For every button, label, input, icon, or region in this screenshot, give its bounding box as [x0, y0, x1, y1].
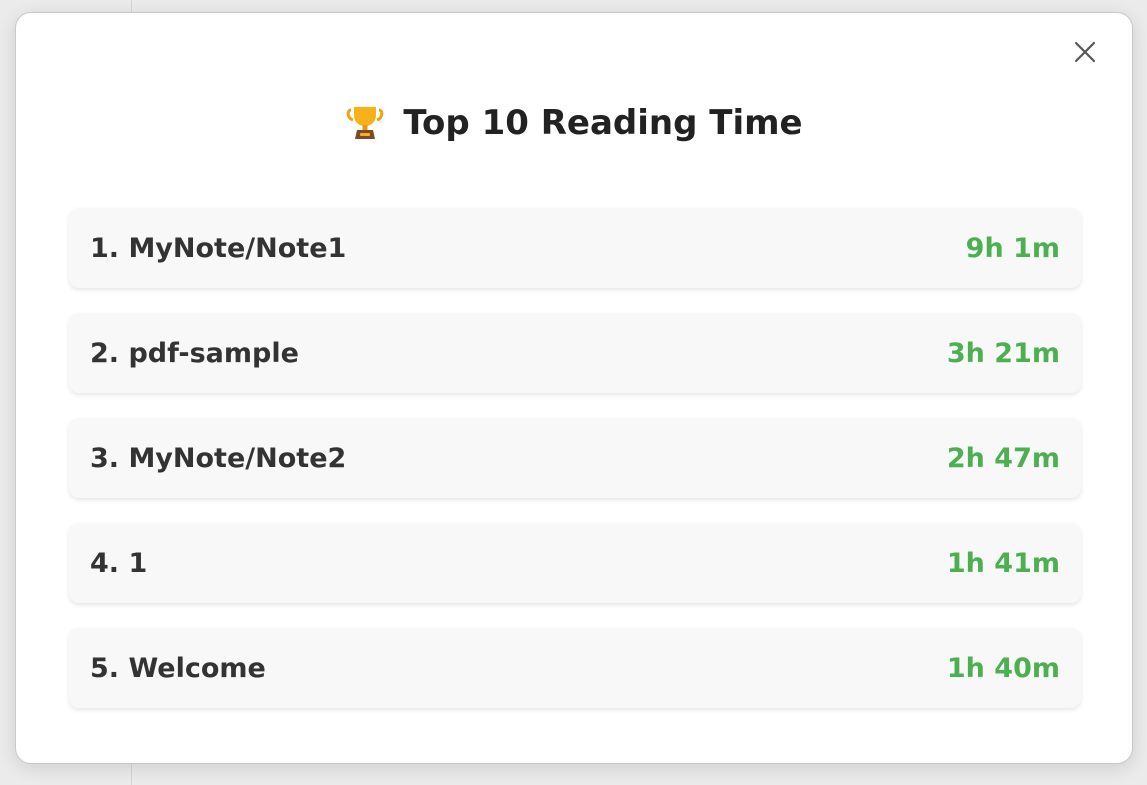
- modal-header: Top 10 Reading Time: [16, 103, 1132, 143]
- list-item[interactable]: 4. 1 1h 41m: [69, 523, 1081, 603]
- item-label: 2. pdf-sample: [90, 337, 299, 369]
- item-label: 4. 1: [90, 547, 148, 579]
- item-label: 1. MyNote/Note1: [90, 232, 347, 264]
- item-label: 3. MyNote/Note2: [90, 442, 347, 474]
- item-time: 2h 47m: [946, 442, 1060, 474]
- modal-title: Top 10 Reading Time: [403, 103, 803, 143]
- reading-time-modal: Top 10 Reading Time 1. MyNote/Note1 9h 1…: [15, 12, 1133, 764]
- list-item[interactable]: 2. pdf-sample 3h 21m: [69, 313, 1081, 393]
- ranking-list: 1. MyNote/Note1 9h 1m 2. pdf-sample 3h 2…: [69, 208, 1081, 733]
- trophy-icon: [347, 107, 384, 139]
- item-time: 3h 21m: [946, 337, 1060, 369]
- list-item[interactable]: 1. MyNote/Note1 9h 1m: [69, 208, 1081, 288]
- item-time: 1h 40m: [946, 652, 1060, 684]
- list-item[interactable]: 3. MyNote/Note2 2h 47m: [69, 418, 1081, 498]
- item-time: 1h 41m: [946, 547, 1060, 579]
- close-button[interactable]: [1072, 39, 1098, 65]
- item-label: 5. Welcome: [90, 652, 266, 684]
- item-time: 9h 1m: [965, 232, 1060, 264]
- list-item[interactable]: 5. Welcome 1h 40m: [69, 628, 1081, 708]
- close-icon: [1074, 41, 1096, 63]
